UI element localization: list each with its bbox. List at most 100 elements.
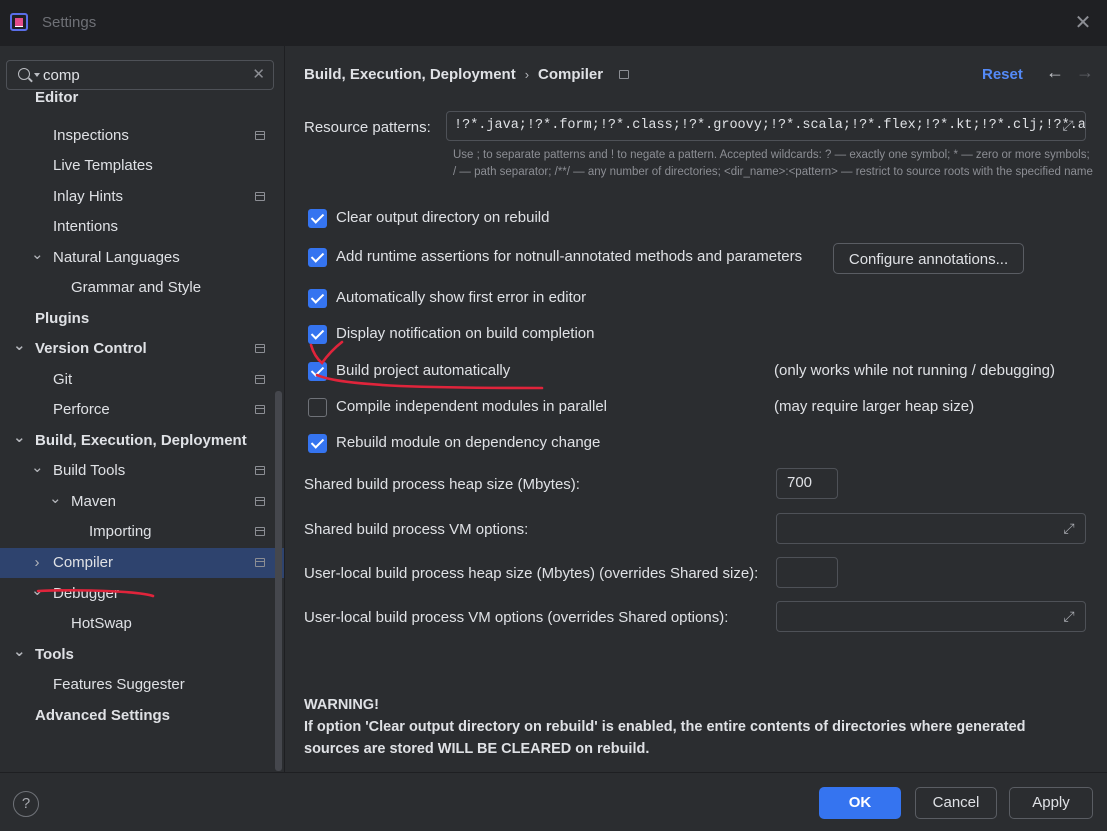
- sidebar-item-label: Compiler: [53, 554, 114, 571]
- sidebar-item-label: Maven: [71, 493, 117, 510]
- search-history-dropdown-icon[interactable]: [34, 73, 40, 77]
- sidebar-item-label: Plugins: [35, 310, 90, 327]
- chevron-down-icon[interactable]: ⌄: [31, 576, 44, 606]
- heap-size-field[interactable]: [776, 557, 838, 588]
- chevron-down-icon[interactable]: ⌄: [13, 423, 26, 453]
- expand-field-icon[interactable]: ⤢: [1061, 608, 1077, 624]
- project-level-icon: [255, 344, 265, 353]
- resource-patterns-value: !?*.java;!?*.form;!?*.class;!?*.groovy;!…: [454, 118, 1086, 133]
- apply-button[interactable]: Apply: [1009, 787, 1093, 819]
- sidebar-item[interactable]: Live Templates: [0, 151, 284, 181]
- expand-field-icon[interactable]: ⤢: [1060, 117, 1076, 133]
- checkbox-checked[interactable]: [308, 362, 327, 381]
- option-note: (only works while not running / debuggin…: [774, 362, 1055, 379]
- sidebar-scrollbar[interactable]: [275, 391, 282, 771]
- project-level-icon: [255, 405, 265, 414]
- sidebar-item[interactable]: › Compiler: [0, 548, 284, 578]
- checkbox-checked[interactable]: [308, 325, 327, 344]
- field-label: Shared build process heap size (Mbytes):: [304, 476, 580, 493]
- settings-sidebar: ✕ Editor Inspections Live Templates Inlay H…: [0, 46, 285, 772]
- chevron-down-icon[interactable]: ⌄: [49, 484, 62, 514]
- sidebar-item-label: Version Control: [35, 340, 147, 357]
- project-level-icon: [255, 466, 265, 475]
- option-label: Clear output directory on rebuild: [336, 209, 550, 226]
- search-icon: [18, 68, 30, 80]
- sidebar-item[interactable]: Advanced Settings: [0, 701, 284, 731]
- chevron-down-icon[interactable]: ⌄: [13, 331, 26, 361]
- sidebar-item[interactable]: ⌄ Debugger: [0, 576, 284, 609]
- close-icon[interactable]: ✕: [1071, 11, 1095, 35]
- checkbox-checked[interactable]: [308, 289, 327, 308]
- field-label: User-local build process VM options (ove…: [304, 609, 729, 626]
- checkbox-checked[interactable]: [308, 248, 327, 267]
- checkbox-unchecked[interactable]: [308, 398, 327, 417]
- breadcrumb-parent[interactable]: Build, Execution, Deployment: [304, 66, 516, 83]
- chevron-down-icon[interactable]: ⌄: [31, 240, 44, 270]
- project-level-icon: [255, 131, 265, 140]
- warning-title: WARNING!: [304, 697, 379, 713]
- sidebar-item-label: Importing: [89, 523, 152, 540]
- field-label: User-local build process heap size (Mbyt…: [304, 565, 759, 582]
- sidebar-item[interactable]: Grammar and Style: [0, 273, 284, 303]
- clear-search-icon[interactable]: ✕: [252, 65, 265, 83]
- sidebar-item[interactable]: ⌄ Maven: [0, 484, 284, 517]
- sidebar-item-label: Tools: [35, 646, 74, 663]
- checkbox-checked[interactable]: [308, 434, 327, 453]
- help-icon[interactable]: ?: [13, 791, 39, 817]
- resource-patterns-hint: Use ; to separate patterns and ! to nega…: [453, 149, 1093, 178]
- sidebar-item[interactable]: ⌄ Natural Languages: [0, 240, 284, 273]
- option-note: (may require larger heap size): [774, 398, 975, 415]
- chevron-down-icon[interactable]: ⌄: [13, 637, 26, 667]
- forward-arrow-icon[interactable]: →: [1076, 62, 1094, 83]
- compiler-settings-panel: Build, Execution, Deployment › Compiler Re…: [286, 46, 1107, 772]
- sidebar-item[interactable]: Perforce: [0, 395, 284, 425]
- window-title: Settings: [42, 14, 97, 31]
- sidebar-item[interactable]: Git: [0, 365, 284, 395]
- checkbox-checked[interactable]: [308, 209, 327, 228]
- sidebar-item[interactable]: Features Suggester: [0, 670, 284, 700]
- sidebar-item[interactable]: ⌄ Tools: [0, 637, 284, 670]
- project-level-icon: [255, 497, 265, 506]
- configure-annotations-button[interactable]: Configure annotations...: [833, 243, 1024, 274]
- expand-field-icon[interactable]: ⤢: [1061, 520, 1077, 536]
- option-label: Rebuild module on dependency change: [336, 434, 601, 451]
- sidebar-item[interactable]: HotSwap: [0, 609, 284, 639]
- intellij-logo-icon: [10, 13, 28, 31]
- vm-options-field[interactable]: [776, 601, 1086, 632]
- sidebar-item[interactable]: Plugins: [0, 304, 284, 334]
- sidebar-item[interactable]: Importing: [0, 517, 284, 547]
- ok-button[interactable]: OK: [819, 787, 901, 819]
- project-level-icon: [255, 558, 265, 567]
- breadcrumb-current: Compiler: [538, 66, 604, 83]
- sidebar-item[interactable]: ⌄ Build Tools: [0, 453, 284, 486]
- breadcrumb: Build, Execution, Deployment › Compiler: [304, 66, 630, 83]
- sidebar-item[interactable]: Intentions: [0, 212, 284, 242]
- sidebar-item[interactable]: Editor: [0, 83, 284, 113]
- option-label: Build project automatically: [336, 362, 511, 379]
- sidebar-item-label: HotSwap: [71, 615, 132, 632]
- sidebar-item[interactable]: ⌄ Version Control: [0, 331, 284, 364]
- option-label: Display notification on build completion: [336, 325, 595, 342]
- sidebar-item[interactable]: Inlay Hints: [0, 182, 284, 212]
- reset-link[interactable]: Reset: [982, 66, 1023, 83]
- dialog-footer: ? OK Cancel Apply: [0, 772, 1107, 831]
- sidebar-item[interactable]: Inspections: [0, 121, 284, 151]
- project-level-icon: [255, 192, 265, 201]
- heap-size-field[interactable]: 700: [776, 468, 838, 499]
- chevron-down-icon[interactable]: ⌄: [31, 453, 44, 483]
- breadcrumb-separator-icon: ›: [524, 67, 530, 82]
- back-arrow-icon[interactable]: ←: [1046, 62, 1064, 83]
- cancel-button[interactable]: Cancel: [915, 787, 997, 819]
- sidebar-item-label: Natural Languages: [53, 249, 180, 266]
- sidebar-item-label: Inlay Hints: [53, 188, 124, 205]
- sidebar-item[interactable]: ⌄ Build, Execution, Deployment: [0, 423, 284, 456]
- title-bar: Settings ✕: [0, 0, 1107, 46]
- resource-patterns-field[interactable]: !?*.java;!?*.form;!?*.class;!?*.groovy;!…: [446, 111, 1086, 141]
- chevron-right-icon[interactable]: ›: [31, 548, 43, 578]
- sidebar-item-label: Debugger: [53, 585, 119, 602]
- sidebar-item-label: Inspections: [53, 127, 129, 144]
- vm-options-field[interactable]: [776, 513, 1086, 544]
- resource-patterns-label: Resource patterns:: [304, 119, 431, 136]
- search-input[interactable]: [43, 65, 243, 85]
- project-level-icon: [255, 375, 265, 384]
